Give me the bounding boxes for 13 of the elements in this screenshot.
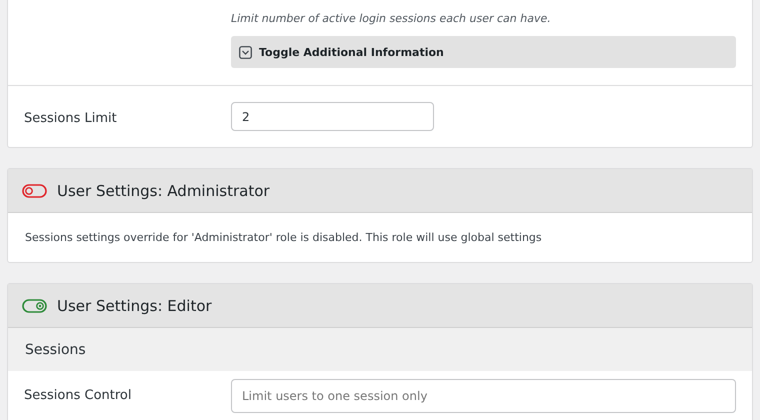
- field-hint: Limit number of active login sessions each user can have.: [231, 12, 552, 25]
- input-field[interactable]: 2: [231, 102, 434, 131]
- toggle-off-icon[interactable]: [22, 184, 47, 198]
- card-title: User Settings: Editor: [57, 296, 212, 314]
- toggle-on-icon[interactable]: [22, 298, 47, 312]
- chevron-down-icon: [239, 46, 252, 58]
- notice-text: Sessions settings override for 'Administrator' role is disabled. This role will use global settings: [24, 230, 543, 246]
- select-field[interactable]: Limit users to one session only: [231, 379, 736, 413]
- field-label: Sessions Limit: [24, 110, 118, 128]
- section-header: Sessions: [8, 328, 752, 371]
- field-label: Sessions Control: [24, 387, 132, 405]
- card-title: User Settings: Administrator: [57, 182, 270, 200]
- toggle-info-button[interactable]: Toggle Additional Information: [231, 36, 736, 68]
